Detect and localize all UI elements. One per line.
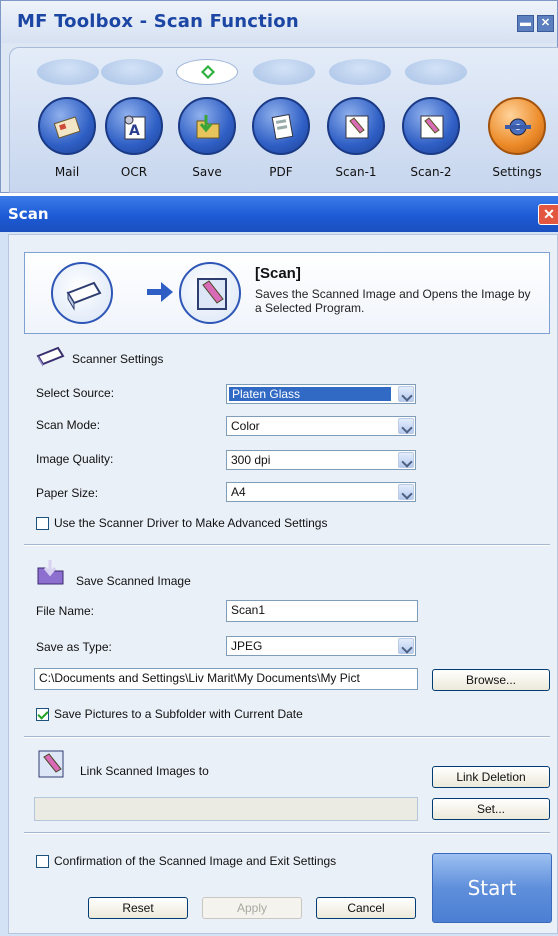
mail-label: Mail	[54, 165, 80, 179]
advanced-settings-checkbox[interactable]	[36, 517, 49, 530]
ocr-label: OCR	[120, 165, 148, 179]
slot-indicator	[329, 59, 391, 85]
svg-text:A: A	[129, 123, 140, 139]
save-type-dropdown[interactable]: JPEG	[226, 636, 416, 656]
save-folder-icon	[37, 560, 64, 585]
save-button[interactable]	[178, 97, 236, 155]
select-source-dropdown[interactable]: Platen Glass	[226, 384, 416, 404]
link-program-icon	[38, 750, 64, 778]
dialog-title: Scan	[8, 205, 49, 223]
confirmation-checkbox[interactable]	[36, 855, 49, 868]
subfolder-checkbox[interactable]	[36, 708, 49, 721]
cancel-button[interactable]: Cancel	[316, 897, 416, 919]
scan-1-label: Scan-1	[335, 165, 377, 179]
set-button[interactable]: Set...	[432, 798, 550, 820]
selected-slot-indicator	[176, 59, 238, 85]
arrow-right-icon	[147, 282, 173, 302]
settings-button[interactable]	[488, 97, 546, 155]
paper-size-value: A4	[231, 485, 246, 499]
mail-button[interactable]	[38, 97, 96, 155]
confirmation-label: Confirmation of the Scanned Image and Ex…	[54, 854, 337, 868]
link-images-heading: Link Scanned Images to	[80, 764, 209, 778]
mf-toolbox-window: MF Toolbox - Scan Function ▬ ✕ A Mail OC…	[0, 0, 558, 193]
ocr-button[interactable]: A	[105, 97, 163, 155]
section-divider	[24, 544, 550, 546]
image-quality-value: 300 dpi	[231, 453, 271, 467]
toolbox-title: MF Toolbox - Scan Function	[17, 11, 299, 32]
banner-title: [Scan]	[255, 265, 301, 282]
slot-indicator	[101, 59, 163, 85]
subfolder-label: Save Pictures to a Subfolder with Curren…	[54, 707, 303, 721]
apply-button[interactable]: Apply	[202, 897, 302, 919]
mail-icon	[53, 116, 81, 139]
scan-program-icon	[197, 278, 227, 310]
save-path-field[interactable]: C:\Documents and Settings\Liv Marit\My D…	[34, 668, 418, 690]
scan-program-circle	[179, 262, 241, 324]
scan-2-label: Scan-2	[410, 165, 452, 179]
save-image-heading: Save Scanned Image	[76, 574, 191, 588]
paper-size-dropdown[interactable]: A4	[226, 482, 416, 502]
scan-2-button[interactable]	[402, 97, 460, 155]
scan-mode-value: Color	[231, 419, 260, 433]
select-source-value: Platen Glass	[229, 387, 391, 401]
settings-icon	[505, 118, 531, 136]
dialog-close-button[interactable]: ✕	[538, 204, 558, 225]
paper-size-label: Paper Size:	[36, 486, 99, 500]
pdf-icon	[271, 114, 294, 140]
linked-program-field	[34, 797, 418, 821]
advanced-settings-label: Use the Scanner Driver to Make Advanced …	[54, 516, 328, 530]
toolbox-title-bar[interactable]: MF Toolbox - Scan Function ▬ ✕	[1, 1, 557, 43]
ocr-icon: A	[124, 115, 146, 140]
scan-1-button[interactable]	[327, 97, 385, 155]
banner-description: Saves the Scanned Image and Opens the Im…	[255, 287, 531, 315]
save-icon	[196, 115, 220, 139]
chevron-down-icon[interactable]	[398, 418, 414, 434]
image-quality-label: Image Quality:	[36, 452, 114, 466]
scanner-settings-icon	[36, 346, 65, 367]
chevron-down-icon[interactable]	[398, 386, 414, 402]
chevron-down-icon[interactable]	[398, 484, 414, 500]
chevron-down-icon[interactable]	[398, 452, 414, 468]
link-deletion-button[interactable]: Link Deletion	[432, 766, 550, 788]
dialog-title-bar[interactable]: Scan ✕	[0, 196, 558, 232]
image-quality-dropdown[interactable]: 300 dpi	[226, 450, 416, 470]
scan-mode-dropdown[interactable]: Color	[226, 416, 416, 436]
slot-indicator	[37, 59, 99, 85]
file-name-field[interactable]: Scan1	[226, 600, 418, 622]
scan-mode-label: Scan Mode:	[36, 418, 101, 432]
pdf-button[interactable]	[252, 97, 310, 155]
minimize-button[interactable]: ▬	[517, 15, 534, 32]
section-divider	[24, 736, 550, 738]
scan-1-icon	[345, 115, 369, 139]
slot-indicator	[405, 59, 467, 85]
file-name-label: File Name:	[36, 604, 95, 618]
select-source-label: Select Source:	[36, 386, 115, 400]
scanner-settings-heading: Scanner Settings	[72, 352, 164, 366]
pdf-label: PDF	[269, 165, 293, 179]
chevron-down-icon[interactable]	[398, 638, 414, 654]
scanner-circle	[51, 262, 113, 324]
start-button[interactable]: Start	[432, 853, 552, 923]
save-type-value: JPEG	[231, 639, 263, 653]
section-divider	[24, 832, 550, 834]
save-label: Save	[192, 165, 222, 179]
diamond-icon	[201, 65, 215, 79]
browse-button[interactable]: Browse...	[432, 669, 550, 691]
slot-indicator	[253, 59, 315, 85]
scan-banner: [Scan] Saves the Scanned Image and Opens…	[24, 252, 550, 334]
settings-label: Settings	[492, 165, 542, 179]
save-type-label: Save as Type:	[36, 640, 112, 654]
scanner-icon	[66, 281, 102, 311]
reset-button[interactable]: Reset	[88, 897, 188, 919]
scan-2-icon	[420, 115, 444, 139]
close-button[interactable]: ✕	[537, 15, 554, 32]
